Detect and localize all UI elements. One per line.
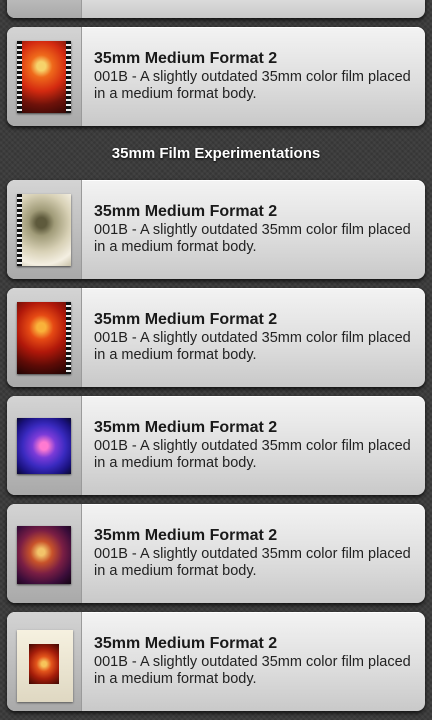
film-thumbnail-icon (17, 418, 71, 474)
thumbnail-column (7, 180, 82, 279)
list-item[interactable]: 35mm Medium Format 2 001B - A slightly o… (7, 396, 425, 495)
item-description: 001B - A slightly outdated 35mm color fi… (94, 69, 411, 102)
film-thumbnail-icon (17, 302, 71, 374)
film-thumbnail-icon (17, 630, 73, 702)
item-description: 001B - A slightly outdated 35mm color fi… (94, 546, 411, 579)
list-item[interactable]: 35mm Medium Format 2 001B - A slightly o… (7, 612, 425, 711)
list-item-partial[interactable] (7, 0, 425, 18)
list-item[interactable]: 35mm Medium Format 2 001B - A slightly o… (7, 180, 425, 279)
item-title: 35mm Medium Format 2 (94, 50, 278, 67)
list-item[interactable]: 35mm Medium Format 2 001B - A slightly o… (7, 27, 425, 126)
item-description: 001B - A slightly outdated 35mm color fi… (94, 654, 411, 687)
item-description: 001B - A slightly outdated 35mm color fi… (94, 438, 411, 471)
list-item[interactable]: 35mm Medium Format 2 001B - A slightly o… (7, 288, 425, 387)
item-title: 35mm Medium Format 2 (94, 311, 278, 328)
item-title: 35mm Medium Format 2 (94, 203, 278, 220)
item-description: 001B - A slightly outdated 35mm color fi… (94, 330, 411, 363)
list-item[interactable]: 35mm Medium Format 2 001B - A slightly o… (7, 504, 425, 603)
thumbnail-column (7, 504, 82, 603)
section-header: 35mm Film Experimentations (111, 145, 321, 162)
thumbnail-column (7, 396, 82, 495)
item-title: 35mm Medium Format 2 (94, 419, 278, 436)
thumbnail-column (7, 612, 82, 711)
film-thumbnail-icon (17, 41, 71, 113)
film-thumbnail-icon (17, 526, 71, 584)
item-title: 35mm Medium Format 2 (94, 635, 278, 652)
thumbnail-column (7, 27, 82, 126)
item-title: 35mm Medium Format 2 (94, 527, 278, 544)
thumbnail-column (7, 288, 82, 387)
film-thumbnail-icon (17, 194, 71, 266)
thumbnail-column (7, 0, 82, 18)
item-description: 001B - A slightly outdated 35mm color fi… (94, 222, 411, 255)
